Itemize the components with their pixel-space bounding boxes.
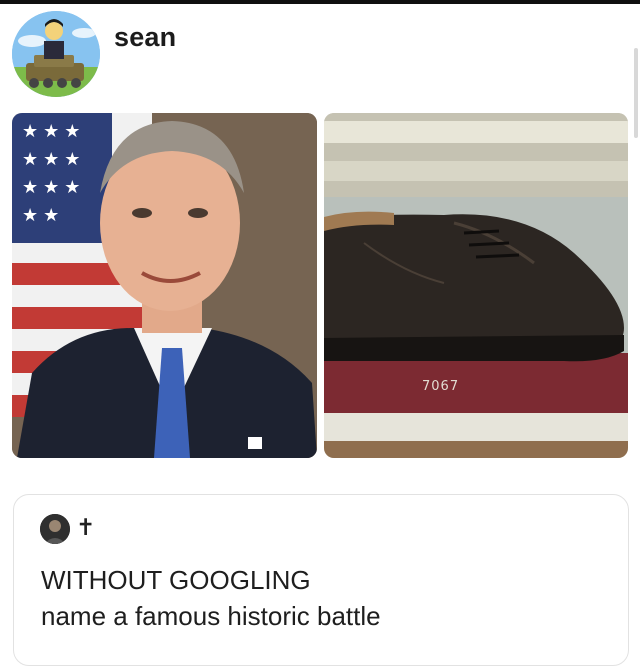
quoted-user-avatar[interactable] <box>40 514 70 544</box>
svg-text:★ ★ ★: ★ ★ ★ <box>22 121 80 141</box>
quoted-text-line-2: name a famous historic battle <box>41 601 381 631</box>
avatar-icon <box>40 514 70 544</box>
quoted-post[interactable]: ✝ WITHOUT GOOGLING name a famous histori… <box>13 494 629 666</box>
cartoon-avatar-icon <box>12 11 100 97</box>
user-avatar[interactable] <box>12 11 100 97</box>
shoe-photo-icon <box>324 113 628 458</box>
quoted-user-handle[interactable]: ✝ <box>76 515 95 541</box>
shoe-tag-label: 7067 <box>422 379 460 394</box>
scrollbar-thumb[interactable] <box>634 48 638 138</box>
portrait-photo-icon: ★ ★ ★ ★ ★ ★ ★ ★ ★ ★ ★ <box>12 113 317 458</box>
svg-text:★ ★: ★ ★ <box>22 205 59 225</box>
quoted-text-line-1: WITHOUT GOOGLING <box>41 565 311 595</box>
svg-text:★ ★ ★: ★ ★ ★ <box>22 177 80 197</box>
svg-text:★ ★ ★: ★ ★ ★ <box>22 149 80 169</box>
portrait-photo[interactable]: ★ ★ ★ ★ ★ ★ ★ ★ ★ ★ ★ <box>12 113 317 458</box>
status-strip <box>0 0 640 4</box>
username[interactable]: sean <box>114 22 176 53</box>
shoe-photo[interactable]: 7067 <box>324 113 628 458</box>
